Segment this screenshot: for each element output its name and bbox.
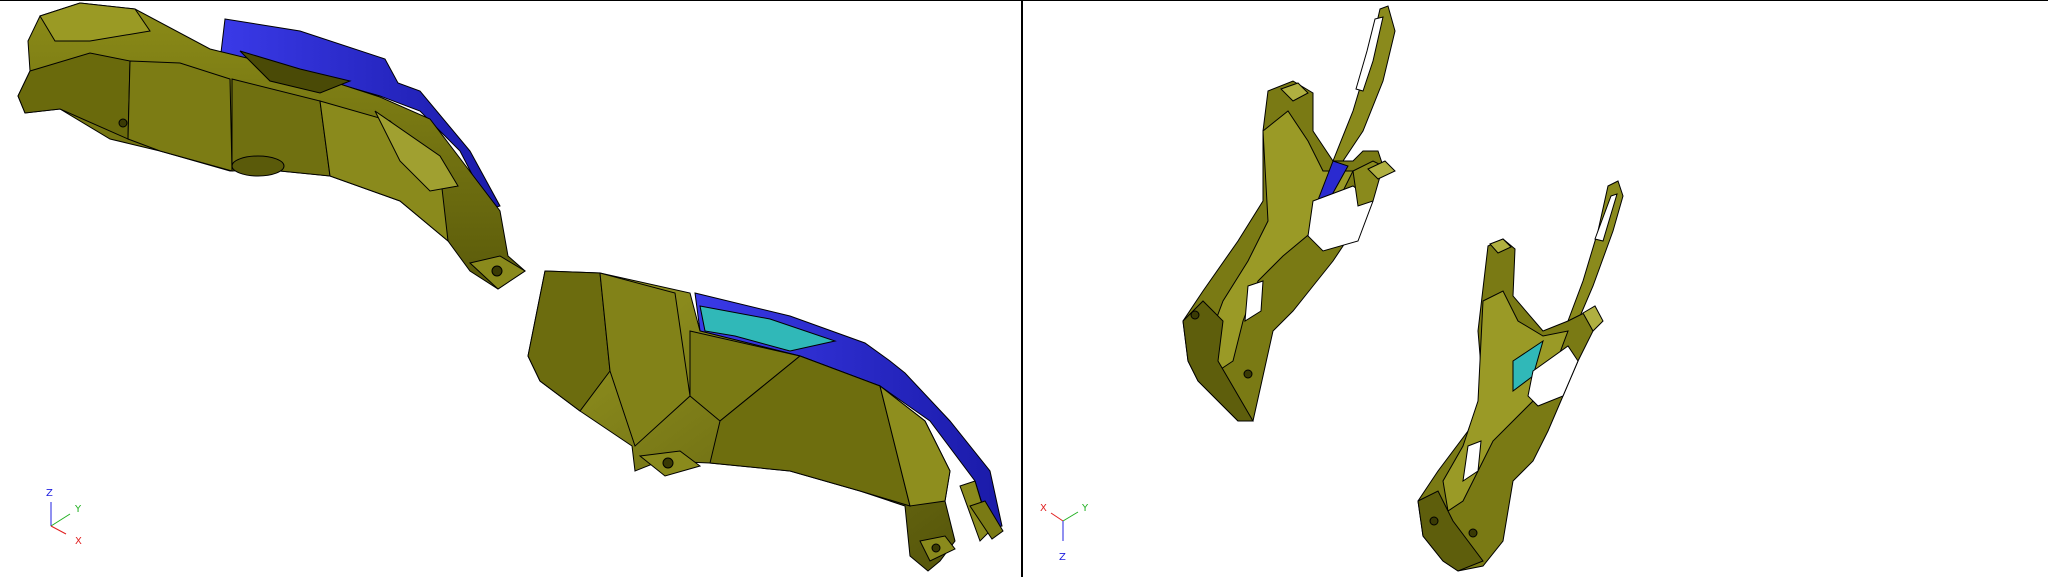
part-lower-right-view[interactable] — [1417, 180, 1624, 572]
part-lower-right[interactable] — [527, 270, 1004, 572]
axis-label-y: Y — [1082, 503, 1089, 514]
axis-label-x: X — [1040, 503, 1047, 514]
axis-triad-left: Z Y X — [40, 486, 110, 566]
cad-window: Z Y X X Y Z — [0, 0, 2048, 577]
triad-lines-right — [1050, 511, 1079, 541]
axis-label-x: X — [75, 536, 82, 547]
axis-triad-right: X Y Z — [1038, 501, 1108, 577]
viewport-left[interactable]: Z Y X — [0, 1, 1021, 577]
part-upper-right-view[interactable] — [1182, 5, 1396, 422]
model-view-right[interactable] — [1023, 1, 2048, 577]
axis-label-y: Y — [75, 504, 82, 515]
axis-label-z: Z — [46, 488, 53, 499]
part-upper-left[interactable] — [17, 2, 526, 290]
axis-label-z: Z — [1059, 552, 1066, 563]
viewport-right[interactable]: X Y Z — [1023, 1, 2048, 577]
model-view-left[interactable] — [0, 1, 1021, 577]
